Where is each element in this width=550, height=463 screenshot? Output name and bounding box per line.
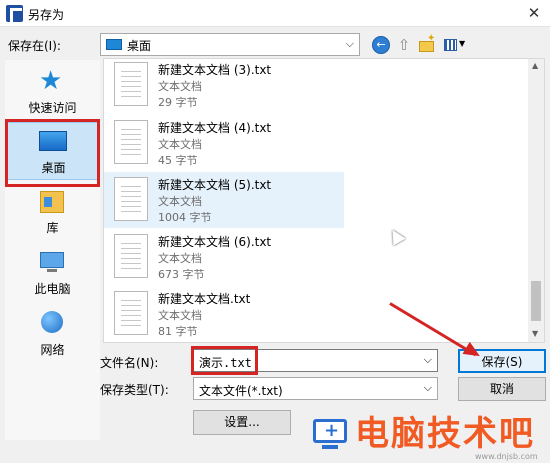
- file-size: 81 字节: [158, 325, 198, 338]
- star-icon: ★: [39, 66, 63, 96]
- file-name: 新建文本文档 (5).txt: [158, 178, 272, 192]
- text-document-icon: [114, 62, 148, 106]
- scroll-thumb[interactable]: [531, 281, 541, 321]
- file-name: 新建文本文档.txt: [158, 292, 251, 306]
- desktop-highlight-box: [5, 119, 100, 187]
- file-item[interactable]: 新建文本文档 (3).txt 文本文档 29 字节: [104, 59, 344, 113]
- mouse-cursor-icon: [386, 226, 406, 246]
- sparkle-icon: ✦: [427, 33, 436, 44]
- new-folder-button[interactable]: ✦: [418, 33, 436, 54]
- close-button[interactable]: ✕: [518, 0, 550, 27]
- filename-label: 文件名(N):: [100, 356, 159, 370]
- app-icon: [6, 5, 23, 22]
- file-size: 45 字节: [158, 154, 198, 167]
- file-type: 文本文档: [158, 80, 202, 93]
- view-menu-button[interactable]: ▼: [443, 36, 467, 54]
- place-quick-access[interactable]: ★ 快速访问: [5, 64, 100, 120]
- network-icon: [41, 311, 63, 333]
- file-size: 673 字节: [158, 268, 205, 281]
- filetype-label: 保存类型(T):: [100, 383, 169, 397]
- file-list[interactable]: 新建文本文档 (3).txt 文本文档 29 字节 新建文本文档 (4).txt…: [103, 58, 545, 343]
- text-document-icon: [114, 234, 148, 278]
- places-bar: ★ 快速访问 桌面 库 此电脑 网络: [5, 60, 100, 440]
- computer-icon: [40, 252, 64, 272]
- place-library[interactable]: 库: [5, 187, 100, 242]
- place-label: 库: [46, 221, 59, 235]
- file-item-selected[interactable]: 新建文本文档 (5).txt 文本文档 1004 字节: [104, 172, 344, 228]
- window-title: 另存为: [28, 8, 65, 22]
- scroll-down-icon[interactable]: ▼: [532, 329, 538, 338]
- scroll-up-icon[interactable]: ▲: [532, 61, 538, 70]
- watermark-url: www.dnjsb.com: [475, 452, 538, 461]
- place-label: 网络: [40, 343, 65, 357]
- desktop-folder-icon: [106, 39, 122, 50]
- watermark-text: 电脑技术吧: [355, 414, 535, 454]
- back-button[interactable]: ←: [372, 36, 390, 54]
- library-icon: [40, 191, 64, 213]
- file-name: 新建文本文档 (4).txt: [158, 121, 272, 135]
- text-document-icon: [114, 177, 148, 221]
- up-folder-button[interactable]: ⇧: [395, 36, 413, 54]
- text-document-icon: [114, 291, 148, 335]
- filename-highlight-box: [191, 346, 258, 375]
- chevron-down-icon: ⌵: [423, 381, 432, 394]
- filetype-dropdown[interactable]: 文本文件(*.txt) ⌵: [193, 377, 438, 400]
- view-grid-icon: [444, 39, 457, 51]
- file-size: 29 字节: [158, 96, 198, 109]
- vertical-scrollbar[interactable]: ▲ ▼: [528, 59, 544, 342]
- file-type: 文本文档: [158, 309, 202, 322]
- file-type: 文本文档: [158, 195, 202, 208]
- file-item[interactable]: 新建文本文档 (4).txt 文本文档 45 字节: [104, 115, 344, 171]
- chevron-down-icon: ⌵: [345, 37, 354, 50]
- file-item[interactable]: 新建文本文档.txt 文本文档 81 字节: [104, 286, 344, 342]
- cancel-button[interactable]: 取消: [458, 377, 546, 401]
- chevron-down-icon[interactable]: ⌵: [424, 353, 432, 367]
- place-this-pc[interactable]: 此电脑: [5, 247, 100, 302]
- file-item[interactable]: 新建文本文档 (6).txt 文本文档 673 字节: [104, 229, 344, 285]
- file-name: 新建文本文档 (6).txt: [158, 235, 272, 249]
- watermark: + 电脑技术吧 www.dnjsb.com: [300, 408, 550, 463]
- file-name: 新建文本文档 (3).txt: [158, 63, 272, 77]
- text-document-icon: [114, 120, 148, 164]
- location-dropdown[interactable]: 桌面 ⌵: [100, 33, 360, 56]
- title-bar: 另存为 ✕: [0, 0, 550, 27]
- place-label: 快速访问: [28, 101, 77, 115]
- location-value: 桌面: [127, 39, 152, 53]
- save-in-label: 保存在(I):: [8, 39, 61, 53]
- file-size: 1004 字节: [158, 211, 212, 224]
- settings-button[interactable]: 设置...: [193, 410, 291, 435]
- file-type: 文本文档: [158, 252, 202, 265]
- dropdown-arrow-icon: ▼: [459, 39, 466, 48]
- watermark-logo-icon: +: [310, 414, 350, 454]
- place-label: 此电脑: [34, 282, 71, 296]
- place-network[interactable]: 网络: [5, 307, 100, 362]
- filetype-value: 文本文件(*.txt): [199, 384, 283, 398]
- file-type: 文本文档: [158, 138, 202, 151]
